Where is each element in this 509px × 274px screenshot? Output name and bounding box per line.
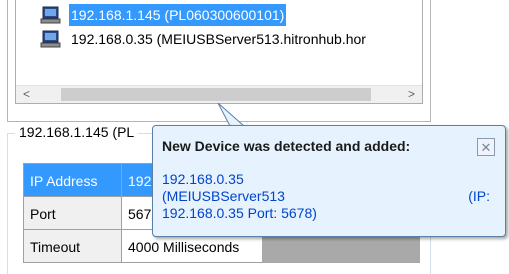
notification-line-text: (MEIUSBServer513 — [162, 188, 285, 204]
notification-message: 192.168.0.35 (MEIUSBServer513 (IP: 192.1… — [162, 171, 492, 222]
notification-ip-label: (IP: — [468, 188, 490, 204]
horizontal-scrollbar[interactable]: < > — [16, 85, 422, 103]
property-key[interactable]: Timeout — [23, 229, 122, 263]
list-item-label: 192.168.1.145 (PL060300600101) — [69, 4, 287, 26]
notification-line: (MEIUSBServer513 (IP: — [162, 188, 492, 205]
notification-title: New Device was detected and added: — [162, 138, 411, 154]
computer-icon — [40, 6, 61, 24]
close-button[interactable]: ✕ — [477, 138, 495, 156]
property-key[interactable]: IP Address — [23, 163, 122, 197]
list-item-label: 192.168.0.35 (MEIUSBServer513.hitronhub.… — [71, 31, 366, 47]
new-device-notification[interactable]: New Device was detected and added: ✕ 192… — [152, 125, 506, 237]
notification-line: 192.168.0.35 Port: 5678) — [162, 205, 317, 221]
notification-line: 192.168.0.35 — [162, 171, 244, 187]
scrollbar-thumb[interactable] — [61, 88, 371, 101]
device-list[interactable]: 192.168.1.145 (PL060300600101) 192.168.0… — [15, 0, 423, 104]
scroll-left-button[interactable]: < — [18, 86, 35, 103]
computer-icon — [40, 30, 61, 48]
group-title: 192.168.1.145 (PL — [15, 124, 139, 140]
property-key[interactable]: Port — [23, 196, 122, 230]
scroll-right-button[interactable]: > — [403, 86, 420, 103]
